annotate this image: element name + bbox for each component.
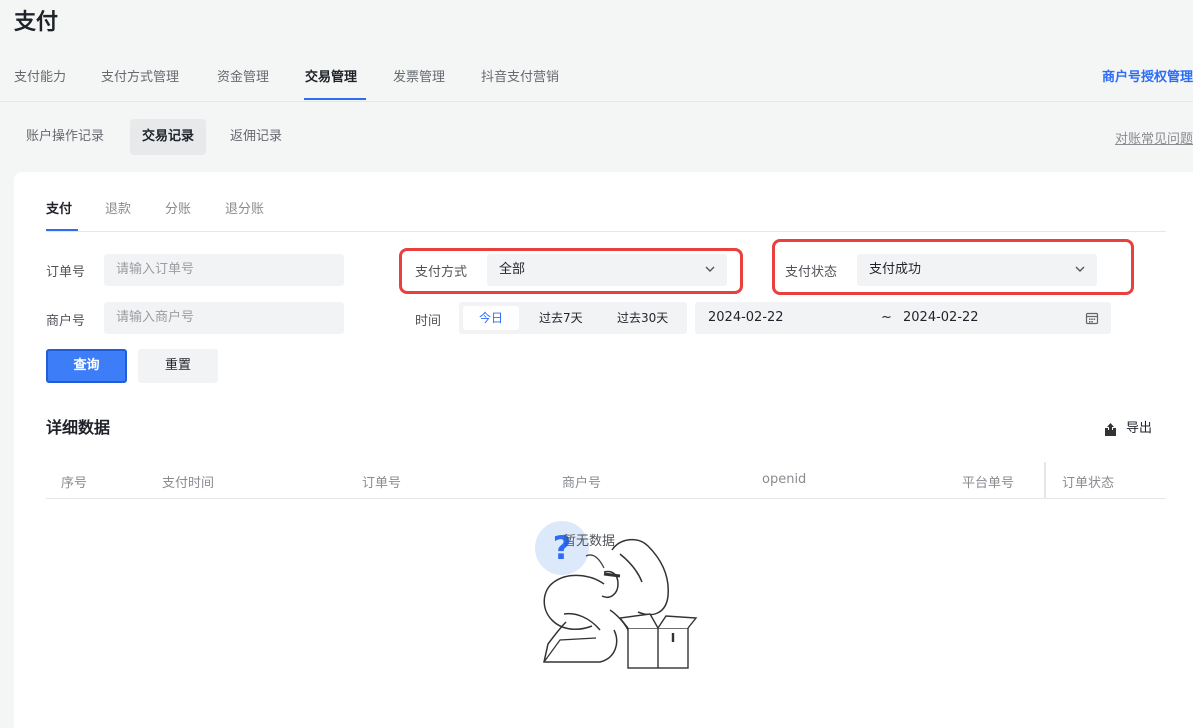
- time-option-7days[interactable]: 过去7天: [529, 306, 593, 330]
- date-start[interactable]: 2024-02-22: [708, 302, 784, 334]
- tab-invoice-manage[interactable]: 发票管理: [393, 66, 445, 85]
- time-quick-range: 今日 过去7天 过去30天: [459, 302, 687, 334]
- date-range-picker[interactable]: 2024-02-22 ~ 2024-02-22: [695, 302, 1111, 334]
- time-label: 时间: [415, 314, 442, 329]
- column-divider: [1044, 462, 1046, 498]
- merchant-number-label: 商户号: [46, 314, 86, 329]
- detail-data-title: 详细数据: [46, 418, 111, 437]
- export-icon: [1105, 423, 1116, 436]
- page-title: 支付: [14, 10, 59, 35]
- empty-state-text: 暂无数据: [563, 534, 616, 549]
- col-openid: openid: [762, 472, 807, 487]
- order-number-label: 订单号: [46, 265, 86, 280]
- highlight-box-pay-method: [399, 248, 743, 294]
- date-end[interactable]: 2024-02-22: [903, 302, 979, 334]
- inner-tab-split-refund[interactable]: 退分账: [225, 198, 264, 217]
- merchant-auth-link[interactable]: 商户号授权管理: [1102, 66, 1193, 85]
- inner-active-indicator: [46, 229, 78, 231]
- reset-button[interactable]: 重置: [138, 349, 218, 383]
- tab-pay-capability[interactable]: 支付能力: [14, 66, 66, 85]
- time-option-today[interactable]: 今日: [463, 306, 519, 330]
- inner-tab-divider: [46, 231, 1166, 232]
- top-tab-bar: 支付能力 支付方式管理 资金管理 交易管理 发票管理 抖音支付营销 商户号授权管…: [0, 56, 1193, 102]
- transaction-card: 支付 退款 分账 退分账 订单号 请输入订单号 支付方式 全部 支付状态 支付成…: [14, 172, 1193, 728]
- inner-tab-pay[interactable]: 支付: [46, 198, 72, 217]
- subtab-rebate-records[interactable]: 返佣记录: [218, 119, 294, 155]
- inner-tab-split[interactable]: 分账: [165, 198, 191, 217]
- col-seq: 序号: [61, 476, 88, 491]
- table-header: 序号 支付时间 订单号 商户号 openid 平台单号 订单状态: [46, 462, 1166, 499]
- tab-transaction-manage[interactable]: 交易管理: [305, 66, 357, 85]
- query-button[interactable]: 查询: [46, 349, 127, 383]
- tab-douyin-pay-marketing[interactable]: 抖音支付营销: [481, 66, 559, 85]
- reconcile-faq-link[interactable]: 对账常见问题: [1115, 128, 1193, 147]
- col-order-no: 订单号: [362, 476, 402, 491]
- subtab-transaction-records[interactable]: 交易记录: [130, 119, 207, 155]
- active-tab-indicator: [304, 98, 366, 100]
- col-pay-time: 支付时间: [162, 476, 215, 491]
- tab-pay-method-manage[interactable]: 支付方式管理: [101, 66, 179, 85]
- date-separator: ~: [881, 310, 892, 325]
- inner-tab-refund[interactable]: 退款: [105, 198, 131, 217]
- subtab-account-records[interactable]: 账户操作记录: [14, 119, 116, 155]
- order-number-input[interactable]: 请输入订单号: [104, 254, 344, 286]
- col-platform-no: 平台单号: [962, 476, 1015, 491]
- time-option-30days[interactable]: 过去30天: [607, 306, 678, 330]
- tab-fund-manage[interactable]: 资金管理: [217, 66, 269, 85]
- highlight-box-pay-status: [772, 239, 1134, 295]
- col-order-status: 订单状态: [1062, 476, 1115, 491]
- merchant-number-input[interactable]: 请输入商户号: [104, 302, 344, 334]
- col-merchant-no: 商户号: [562, 476, 602, 491]
- export-button[interactable]: 导出: [1096, 415, 1152, 443]
- calendar-icon[interactable]: [1085, 311, 1099, 325]
